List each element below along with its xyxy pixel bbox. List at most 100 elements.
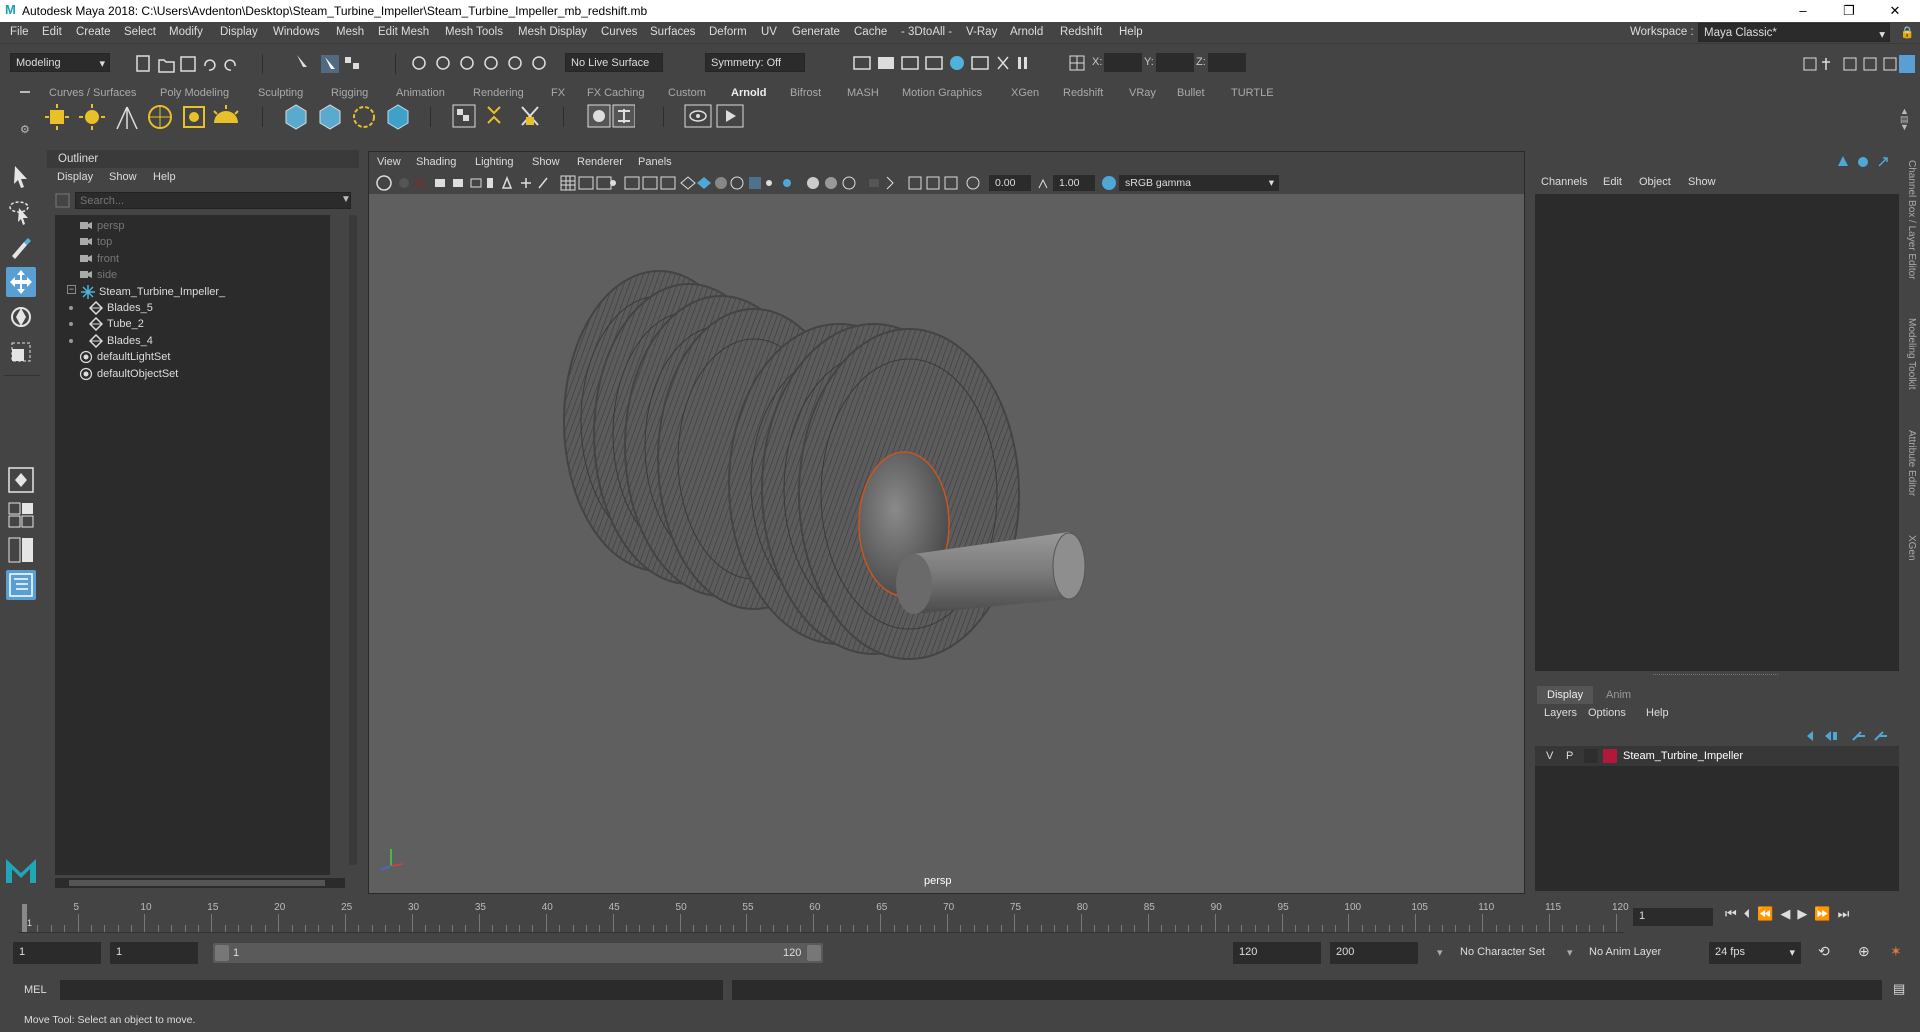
outliner-item[interactable]: defaultObjectSet (69, 367, 309, 382)
play-forward-icon[interactable]: ▶ (1797, 906, 1814, 921)
layer-visibility-toggle[interactable]: V (1546, 750, 1553, 762)
mode-dropdown[interactable]: Modeling ▾ (10, 53, 110, 72)
script-editor-icon[interactable]: ▤ (1893, 981, 1905, 997)
collapse-icon[interactable]: − (67, 284, 76, 294)
menu-display[interactable]: Display (220, 26, 258, 38)
arnold-light-icons[interactable] (44, 103, 254, 133)
menu-3dtoall[interactable]: - 3DtoAll - (901, 26, 952, 38)
shelf-menu-icon[interactable] (20, 91, 30, 93)
x-field[interactable] (1104, 53, 1142, 72)
select-tool-icon[interactable] (6, 162, 36, 192)
range-slider[interactable]: 1 120 (213, 943, 823, 963)
layer-action-icons[interactable] (1803, 728, 1893, 744)
menu-vray[interactable]: V-Ray (966, 26, 997, 38)
script-language-toggle[interactable]: MEL (24, 984, 47, 996)
workspace-dropdown[interactable]: Maya Classic* ▾ (1698, 23, 1890, 42)
layer-menu-options[interactable]: Options (1588, 707, 1626, 719)
shelf-tab-vray[interactable]: VRay (1129, 87, 1156, 99)
shelf-tab-poly-modeling[interactable]: Poly Modeling (160, 87, 229, 99)
step-back-key-icon[interactable]: ⏴ (1744, 906, 1758, 921)
arnold-object-icons[interactable] (282, 101, 412, 133)
layer-row[interactable]: V P Steam_Turbine_Impeller (1535, 746, 1899, 766)
outliner-menu-show[interactable]: Show (109, 171, 137, 183)
paint-select-tool-icon[interactable] (6, 232, 36, 262)
shelf-tab-fx-caching[interactable]: FX Caching (587, 87, 644, 99)
time-ruler[interactable]: 1 5 10 15 20 25 30 35 40 45 50 55 60 65 70 75 80 85 90 95 10… (18, 900, 1629, 933)
scale-tool-icon[interactable] (6, 337, 36, 367)
splitter-handle[interactable] (1653, 674, 1778, 676)
gamma-field[interactable]: 1.00 (1053, 175, 1095, 191)
menu-mesh[interactable]: Mesh (336, 26, 364, 38)
chevron-down-icon[interactable]: ▼ (341, 194, 351, 205)
viewport-menu-show[interactable]: Show (532, 156, 560, 168)
outliner-item[interactable]: front (69, 252, 309, 267)
viewport-menu-lighting[interactable]: Lighting (475, 156, 514, 168)
z-field[interactable] (1208, 53, 1246, 72)
scene-start-field[interactable]: 1 (13, 942, 101, 964)
layer-reference-toggle[interactable] (1584, 749, 1598, 763)
scene-end-field[interactable]: 200 (1330, 942, 1418, 964)
menu-edit-mesh[interactable]: Edit Mesh (378, 26, 429, 38)
fps-dropdown[interactable]: 24 fps ▾ (1709, 942, 1801, 964)
color-space-dropdown[interactable]: sRGB gamma ▾ (1119, 175, 1279, 191)
range-handle-start[interactable] (215, 945, 229, 961)
menu-deform[interactable]: Deform (709, 26, 747, 38)
scroll-thumb[interactable] (69, 880, 325, 886)
tab-anim[interactable]: Anim (1606, 689, 1631, 701)
exposure-field[interactable]: 0.00 (989, 175, 1031, 191)
go-to-start-icon[interactable]: ⏮ (1725, 906, 1744, 921)
shelf-tab-xgen[interactable]: XGen (1011, 87, 1039, 99)
outliner-item[interactable]: Blades_5 (69, 301, 319, 316)
auto-key-icon[interactable]: ⊕ (1858, 943, 1870, 960)
step-forward-frame-icon[interactable]: ⏩ (1814, 906, 1837, 921)
shelf-tab-custom[interactable]: Custom (668, 87, 706, 99)
layer-menu-help[interactable]: Help (1646, 707, 1669, 719)
shelf-tab-fx[interactable]: FX (551, 87, 565, 99)
step-back-frame-icon[interactable]: ⏪ (1757, 906, 1780, 921)
menu-create[interactable]: Create (76, 26, 111, 38)
outliner-menu-help[interactable]: Help (153, 171, 176, 183)
menu-modify[interactable]: Modify (169, 26, 203, 38)
menu-uv[interactable]: UV (761, 26, 777, 38)
range-handle-end[interactable] (807, 945, 821, 961)
outliner-vscrollbar[interactable] (349, 215, 357, 865)
shelf-tab-turtle[interactable]: TURTLE (1231, 87, 1274, 99)
playback-end-field[interactable]: 120 (1233, 942, 1321, 964)
arnold-texture-icons[interactable] (450, 101, 545, 133)
character-set-dropdown[interactable]: No Character Set (1460, 946, 1545, 958)
outliner-item[interactable]: side (69, 268, 309, 283)
layer-menu-layers[interactable]: Layers (1544, 707, 1577, 719)
menu-select[interactable]: Select (124, 26, 156, 38)
outliner-hscrollbar[interactable] (55, 878, 345, 888)
channelbox-header-icons[interactable] (1835, 154, 1905, 170)
two-view-layout-icon[interactable] (6, 535, 36, 565)
rotate-tool-icon[interactable] (6, 302, 36, 332)
live-surface-field[interactable]: No Live Surface (565, 53, 663, 72)
play-backward-icon[interactable]: ◀ (1780, 906, 1797, 921)
move-tool-button[interactable] (6, 267, 36, 297)
shelf-tab-rendering[interactable]: Rendering (473, 87, 524, 99)
panel-toggle-icons[interactable] (1800, 54, 1915, 74)
menu-cache[interactable]: Cache (854, 26, 887, 38)
shelf-tab-redshift[interactable]: Redshift (1063, 87, 1103, 99)
channelbox-menu-channels[interactable]: Channels (1541, 176, 1587, 188)
side-tab-channel-box[interactable]: Channel Box / Layer Editor (1906, 160, 1917, 280)
arnold-render-icons[interactable] (682, 101, 747, 133)
menu-redshift[interactable]: Redshift (1060, 26, 1102, 38)
render-tools-icons[interactable] (852, 54, 1032, 74)
outliner-item[interactable]: top (69, 235, 309, 250)
command-input[interactable] (60, 980, 723, 1000)
go-to-end-icon[interactable]: ⏭ (1838, 906, 1857, 921)
preferences-icon[interactable]: ✶ (1890, 943, 1902, 960)
close-button[interactable]: ✕ (1872, 1, 1918, 21)
shelf-tab-bifrost[interactable]: Bifrost (790, 87, 821, 99)
channelbox-menu-show[interactable]: Show (1688, 176, 1716, 188)
side-tab-modeling-toolkit[interactable]: Modeling Toolkit (1906, 318, 1917, 390)
shelf-tab-arnold[interactable]: Arnold (731, 87, 766, 99)
viewport-menu-renderer[interactable]: Renderer (577, 156, 623, 168)
outliner-item[interactable]: persp (69, 219, 309, 234)
shelf-tab-sculpting[interactable]: Sculpting (258, 87, 303, 99)
gear-icon[interactable]: ⚙ (20, 123, 30, 136)
outliner-item[interactable]: Tube_2 (69, 317, 319, 332)
single-view-layout-icon[interactable] (6, 465, 36, 495)
